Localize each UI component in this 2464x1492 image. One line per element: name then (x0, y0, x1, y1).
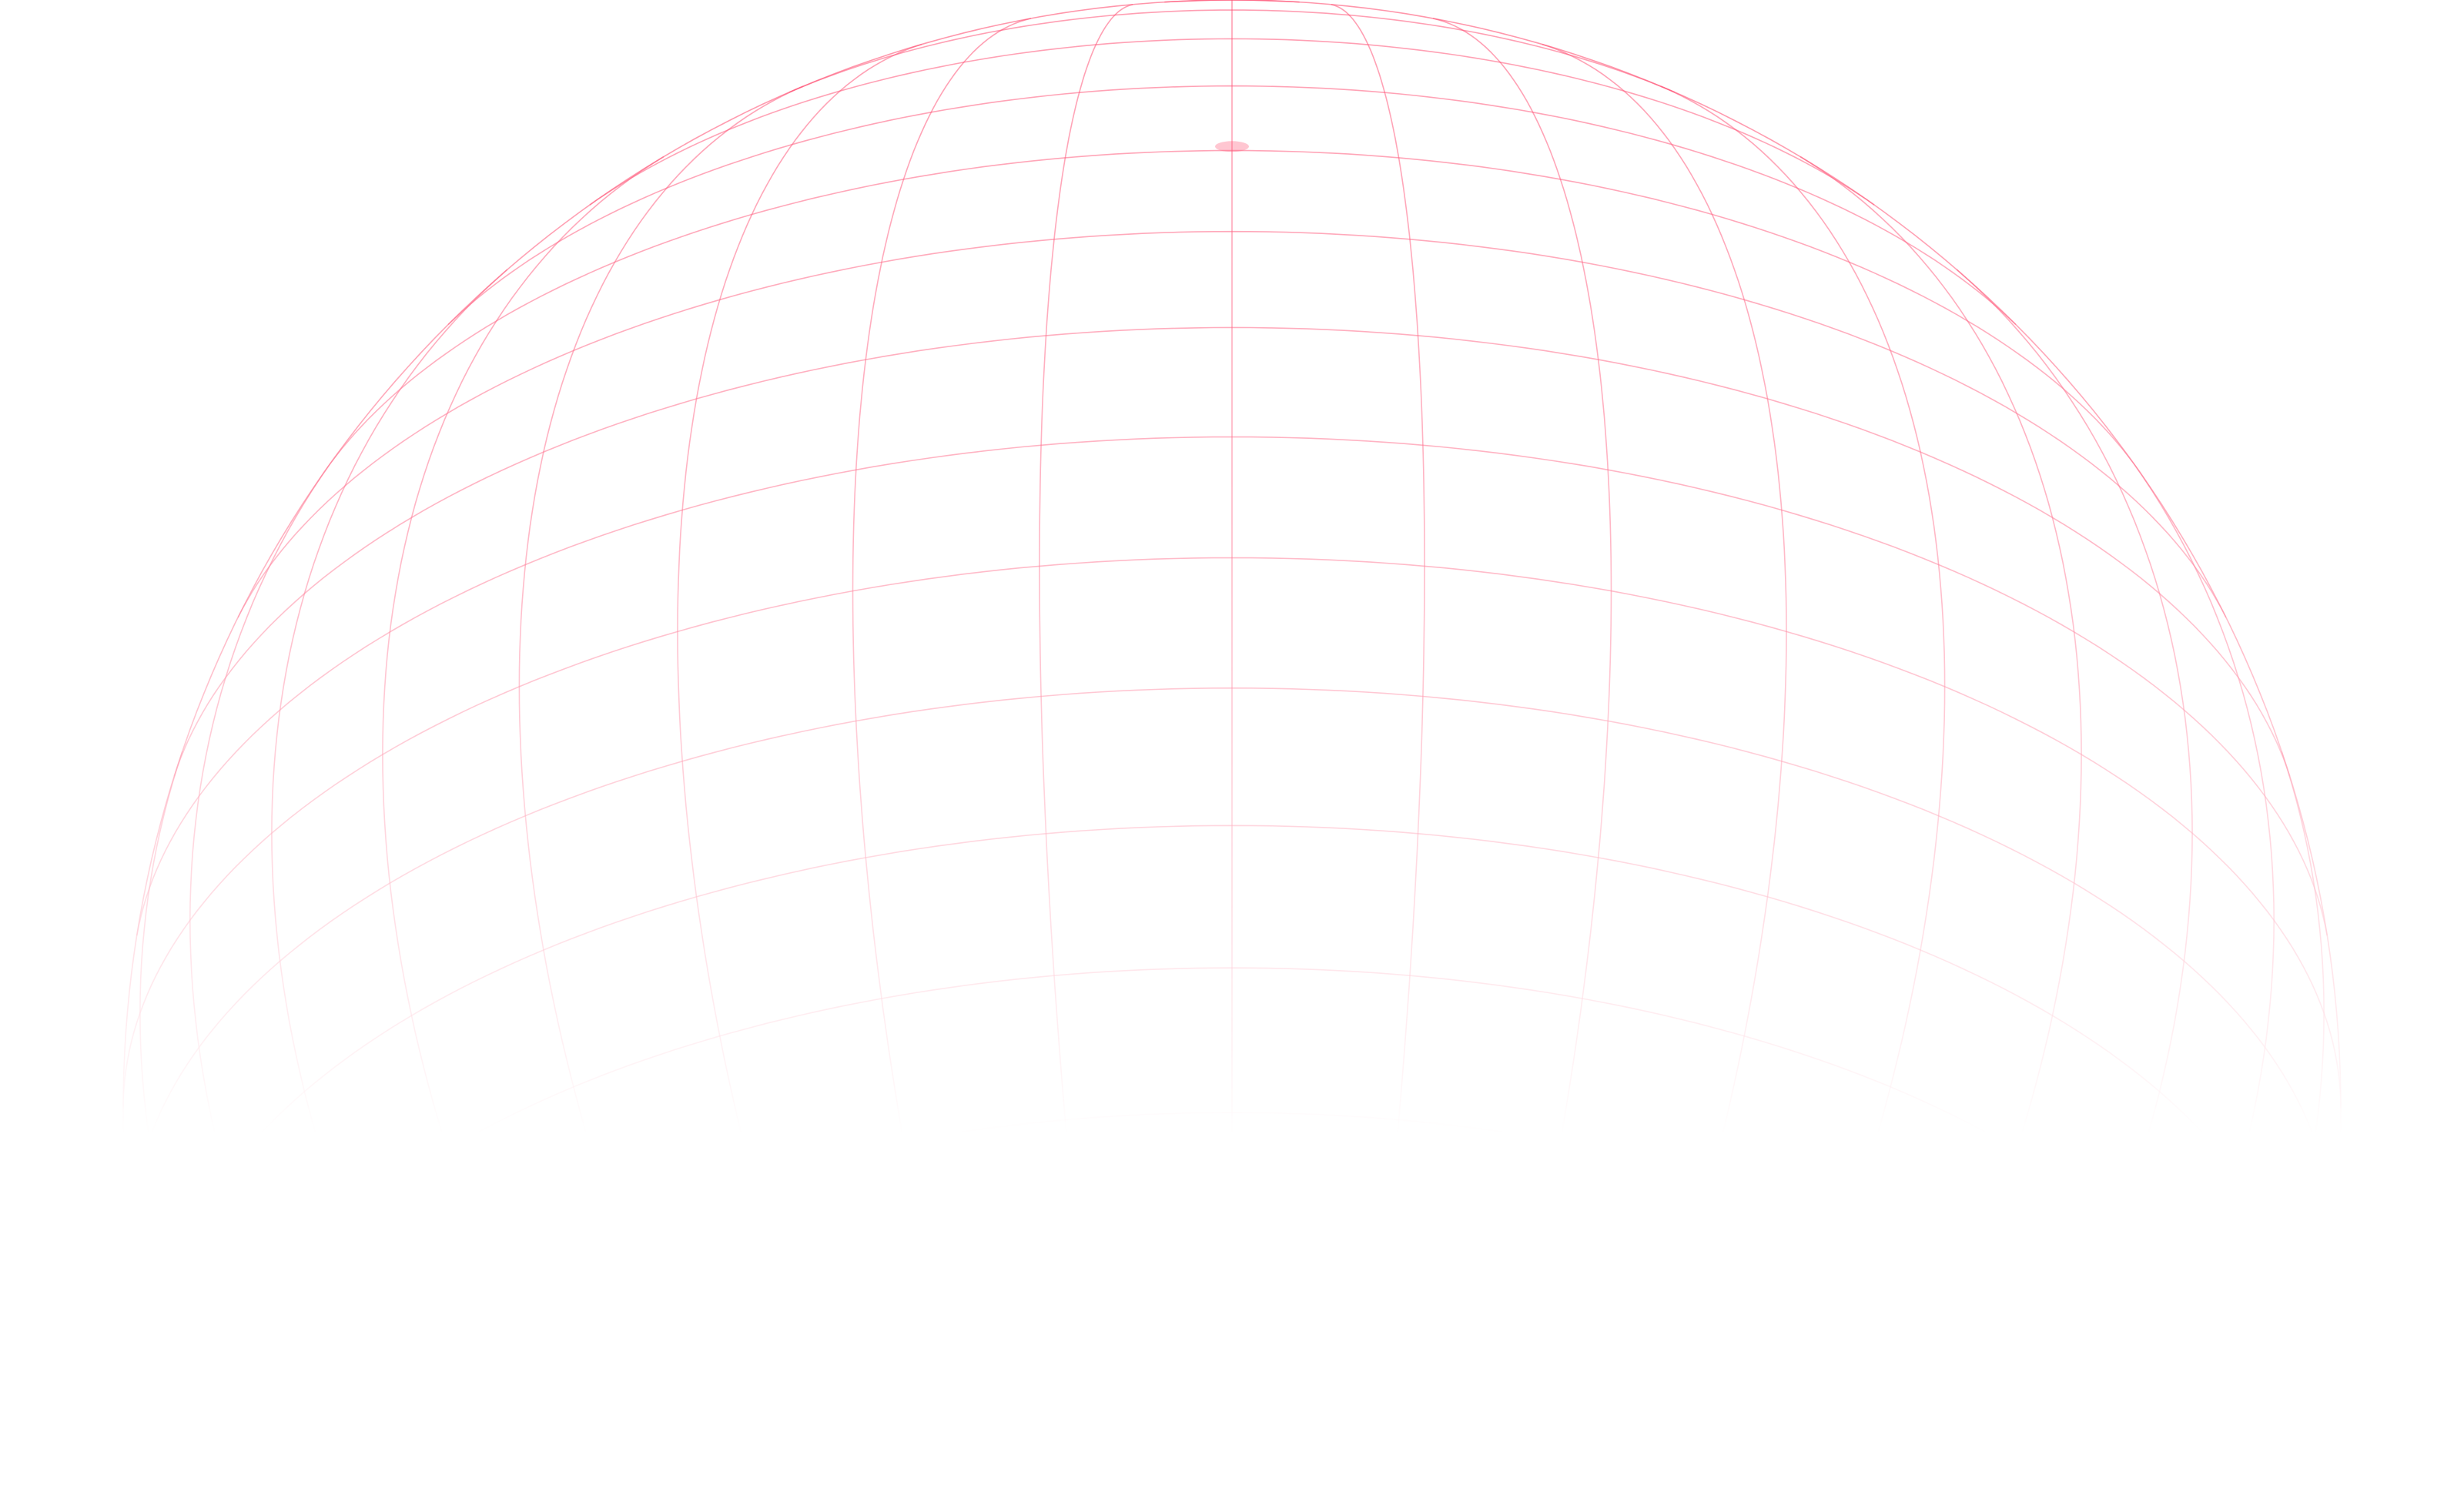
meridian-line (1331, 4, 1425, 1492)
meridian-line (189, 463, 370, 1492)
meridian-line (2248, 1108, 2342, 1492)
globe-canvas (0, 0, 2464, 1492)
meridian-line (2094, 463, 2275, 1492)
meridian-line (122, 1108, 216, 1492)
meridian-line (1660, 85, 1946, 1492)
north-pole-marker (1215, 141, 1249, 152)
meridian-line (187, 1480, 192, 1492)
wireframe-globe-icon (122, 0, 2342, 1492)
meridian-line (1432, 18, 1612, 1492)
globe-gridlines (122, 0, 2342, 1492)
meridian-line (518, 85, 804, 1492)
meridian-line (1039, 4, 1133, 1492)
meridian-line (852, 18, 1032, 1492)
meridian-line (2272, 1480, 2277, 1492)
